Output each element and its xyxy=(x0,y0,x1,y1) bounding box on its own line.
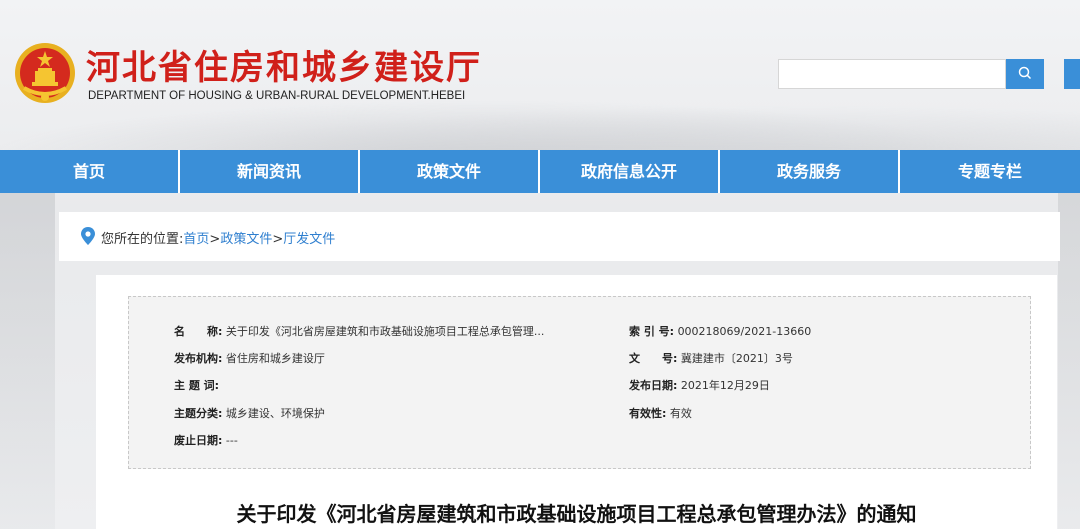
breadcrumb-separator: > xyxy=(272,232,284,247)
meta-value: 2021年12月29日 xyxy=(680,379,770,392)
nav-item-gov-info[interactable]: 政府信息公开 xyxy=(540,150,720,193)
breadcrumb-prefix: 您所在的位置: xyxy=(101,232,184,247)
nav-item-news[interactable]: 新闻资讯 xyxy=(180,150,360,193)
meta-value: 省住房和城乡建设厅 xyxy=(225,352,325,365)
meta-label: 索 引 号: xyxy=(629,325,675,338)
meta-label: 名 称: xyxy=(174,325,223,338)
breadcrumb-policy-link[interactable]: 政策文件 xyxy=(220,232,272,247)
search-input[interactable] xyxy=(778,59,1006,89)
meta-keywords-row: 主 题 词: xyxy=(174,377,219,393)
search-icon xyxy=(1018,66,1032,83)
breadcrumb-dept-docs-link[interactable]: 厅发文件 xyxy=(283,232,335,247)
main-nav: 首页 新闻资讯 政策文件 政府信息公开 政务服务 专题专栏 xyxy=(0,150,1080,193)
document-metadata: 名 称: 关于印发《河北省房屋建筑和市政基础设施项目工程总承包管理... 索 引… xyxy=(128,296,1031,469)
meta-label: 主 题 词: xyxy=(174,379,220,392)
meta-value: 冀建建市〔2021〕3号 xyxy=(680,352,793,365)
breadcrumb-home-link[interactable]: 首页 xyxy=(183,232,209,247)
meta-label: 主题分类: xyxy=(174,407,223,420)
meta-label: 废止日期: xyxy=(174,434,223,447)
meta-abolish-row: 废止日期: --- xyxy=(174,432,238,448)
nav-item-policy-docs[interactable]: 政策文件 xyxy=(360,150,540,193)
meta-value: 有效 xyxy=(669,407,692,420)
meta-label: 文 号: xyxy=(629,352,678,365)
search-button[interactable] xyxy=(1006,59,1044,89)
meta-label: 有效性: xyxy=(629,407,667,420)
background-decoration-right xyxy=(1058,190,1080,529)
meta-value: --- xyxy=(225,434,238,447)
breadcrumb: 您所在的位置:首页>政策文件>厅发文件 xyxy=(59,212,1060,261)
meta-index-row: 索 引 号: 000218069/2021-13660 xyxy=(629,323,811,339)
meta-label: 发布机构: xyxy=(174,352,223,365)
meta-publisher-row: 发布机构: 省住房和城乡建设厅 xyxy=(174,350,325,366)
background-decoration-left xyxy=(0,190,55,529)
meta-validity-row: 有效性: 有效 xyxy=(629,405,692,421)
meta-date-row: 发布日期: 2021年12月29日 xyxy=(629,377,770,393)
meta-value: 000218069/2021-13660 xyxy=(677,325,812,338)
nav-item-special-topics[interactable]: 专题专栏 xyxy=(900,150,1080,193)
site-title: 河北省住房和城乡建设厅 xyxy=(86,48,482,88)
breadcrumb-separator: > xyxy=(209,232,221,247)
nav-item-home[interactable]: 首页 xyxy=(0,150,180,193)
meta-name-row: 名 称: 关于印发《河北省房屋建筑和市政基础设施项目工程总承包管理... xyxy=(174,323,544,339)
article-panel: 名 称: 关于印发《河北省房屋建筑和市政基础设施项目工程总承包管理... 索 引… xyxy=(96,275,1057,529)
nav-item-gov-services[interactable]: 政务服务 xyxy=(720,150,900,193)
meta-docno-row: 文 号: 冀建建市〔2021〕3号 xyxy=(629,350,793,366)
header-accent-block xyxy=(1064,59,1080,89)
location-pin-icon xyxy=(81,227,95,249)
meta-value: 关于印发《河北省房屋建筑和市政基础设施项目工程总承包管理... xyxy=(225,325,545,338)
national-emblem-icon xyxy=(14,42,76,104)
article-title: 关于印发《河北省房屋建筑和市政基础设施项目工程总承包管理办法》的通知 xyxy=(236,502,917,526)
meta-value: 城乡建设、环境保护 xyxy=(225,407,325,420)
meta-category-row: 主题分类: 城乡建设、环境保护 xyxy=(174,405,325,421)
site-subtitle: DEPARTMENT OF HOUSING & URBAN-RURAL DEVE… xyxy=(88,90,466,102)
meta-label: 发布日期: xyxy=(629,379,678,392)
